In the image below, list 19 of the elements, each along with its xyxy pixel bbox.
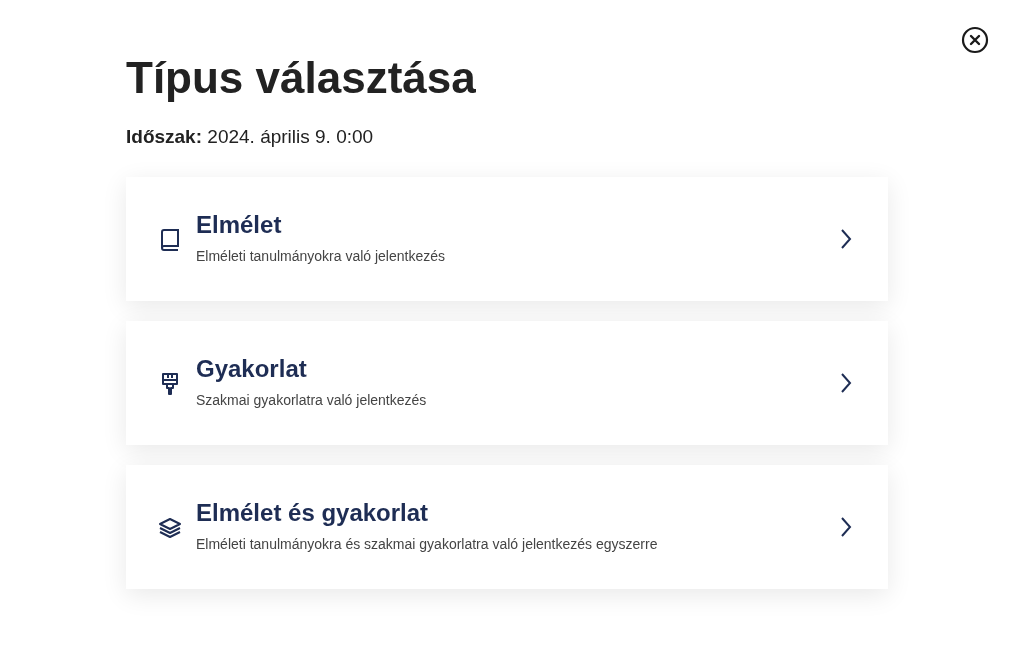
- close-icon: [960, 25, 989, 54]
- option-title: Gyakorlat: [196, 354, 307, 384]
- chevron-right-icon: [840, 371, 852, 394]
- option-description: Szakmai gyakorlatra való jelentkezés: [196, 391, 427, 410]
- option-title: Elmélet és gyakorlat: [196, 498, 429, 528]
- close-button[interactable]: [960, 25, 989, 54]
- option-card[interactable]: Gyakorlat Szakmai gyakorlatra való jelentkezés: [126, 320, 888, 445]
- option-card[interactable]: Elmélet Elméleti tanulmányokra való jelentkezés: [126, 176, 888, 301]
- option-description: Elméleti tanulmányokra és szakmai gyakorlatra való jelentkezés egyszerre: [196, 535, 658, 554]
- layers-icon: [158, 516, 182, 539]
- book-icon: [159, 227, 181, 252]
- option-title: Elmélet: [196, 210, 282, 240]
- chevron-right-icon: [840, 227, 852, 250]
- brush-icon: [161, 371, 179, 396]
- page-title: Típus választása: [126, 52, 476, 104]
- period-text: Időszak: 2024. április 9. 0:00: [126, 125, 374, 149]
- option-card[interactable]: Elmélet és gyakorlat Elméleti tanulmányokra és szakmai gyakorlatra való jelentkezés egyszerre: [126, 464, 888, 589]
- chevron-right-icon: [840, 515, 852, 538]
- option-description: Elméleti tanulmányokra való jelentkezés: [196, 247, 445, 266]
